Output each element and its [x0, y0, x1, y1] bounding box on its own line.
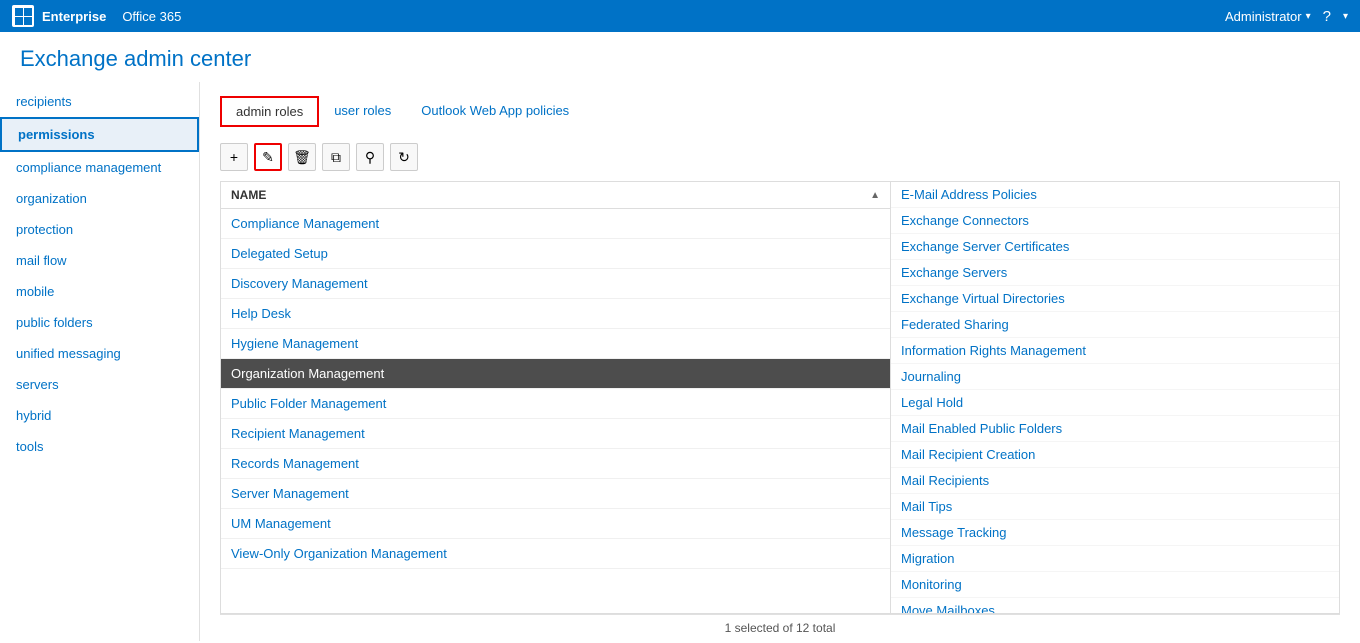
- table-rows: Compliance Management Delegated Setup Disc…: [221, 209, 890, 613]
- table-header: NAME ▲: [221, 182, 890, 209]
- admin-menu[interactable]: Administrator ▾: [1225, 9, 1311, 24]
- main-layout: recipientspermissionscompliance manageme…: [0, 82, 1360, 641]
- edit-button[interactable]: ✎: [254, 143, 282, 171]
- sidebar-item-unified-messaging[interactable]: unified messaging: [0, 338, 199, 369]
- table-row[interactable]: Records Management: [221, 449, 890, 479]
- table-row[interactable]: Organization Management: [221, 359, 890, 389]
- row-label: Compliance Management: [231, 216, 379, 231]
- sidebar-item-protection[interactable]: protection: [0, 214, 199, 245]
- tab-bar: admin rolesuser rolesOutlook Web App pol…: [220, 82, 1340, 127]
- sort-icon[interactable]: ▲: [870, 190, 880, 201]
- right-list-item[interactable]: Message Tracking: [891, 520, 1339, 546]
- sidebar-item-mail-flow[interactable]: mail flow: [0, 245, 199, 276]
- app-logo: [12, 5, 34, 27]
- table-row[interactable]: Recipient Management: [221, 419, 890, 449]
- topbar-chevron-icon: ▾: [1343, 11, 1348, 22]
- sidebar-item-organization[interactable]: organization: [0, 183, 199, 214]
- table-container: NAME ▲ Compliance Management Delegated Se…: [220, 181, 1340, 614]
- tab-user-roles[interactable]: user roles: [319, 96, 406, 127]
- row-label: Records Management: [231, 456, 359, 471]
- right-list-item[interactable]: Exchange Connectors: [891, 208, 1339, 234]
- toolbar: + ✎ 🗑 ⧉ ⚲ ↻: [220, 143, 1340, 171]
- refresh-button[interactable]: ↻: [390, 143, 418, 171]
- right-list-item[interactable]: Information Rights Management: [891, 338, 1339, 364]
- row-label: Public Folder Management: [231, 396, 386, 411]
- admin-chevron-icon: ▾: [1306, 11, 1311, 22]
- right-list-item[interactable]: Journaling: [891, 364, 1339, 390]
- row-label: Server Management: [231, 486, 349, 501]
- right-list-item[interactable]: Legal Hold: [891, 390, 1339, 416]
- topbar-right: Administrator ▾ ? ▾: [1225, 8, 1348, 25]
- table-row[interactable]: Server Management: [221, 479, 890, 509]
- sidebar-item-servers[interactable]: servers: [0, 369, 199, 400]
- table-row[interactable]: Help Desk: [221, 299, 890, 329]
- row-label: Discovery Management: [231, 276, 368, 291]
- right-panel: E-Mail Address PoliciesExchange Connecto…: [891, 182, 1339, 613]
- table-row[interactable]: UM Management: [221, 509, 890, 539]
- table-row[interactable]: Compliance Management: [221, 209, 890, 239]
- right-list-item[interactable]: Mail Enabled Public Folders: [891, 416, 1339, 442]
- right-list-item[interactable]: Exchange Servers: [891, 260, 1339, 286]
- right-list-item[interactable]: Exchange Server Certificates: [891, 234, 1339, 260]
- tab-owa-policies[interactable]: Outlook Web App policies: [406, 96, 584, 127]
- row-label: Delegated Setup: [231, 246, 328, 261]
- right-list-item[interactable]: Move Mailboxes: [891, 598, 1339, 613]
- right-list-item[interactable]: Mail Recipient Creation: [891, 442, 1339, 468]
- row-label: Recipient Management: [231, 426, 365, 441]
- admin-label: Administrator: [1225, 9, 1302, 24]
- copy-button[interactable]: ⧉: [322, 143, 350, 171]
- row-label: Help Desk: [231, 306, 291, 321]
- main-content: admin rolesuser rolesOutlook Web App pol…: [200, 82, 1360, 641]
- topbar-enterprise: Enterprise: [42, 9, 106, 24]
- sidebar-item-public-folders[interactable]: public folders: [0, 307, 199, 338]
- page-title: Exchange admin center: [0, 32, 1360, 82]
- tab-admin-roles[interactable]: admin roles: [220, 96, 319, 127]
- row-label: Hygiene Management: [231, 336, 358, 351]
- search-button[interactable]: ⚲: [356, 143, 384, 171]
- right-list-item[interactable]: Exchange Virtual Directories: [891, 286, 1339, 312]
- table-left-panel: NAME ▲ Compliance Management Delegated Se…: [221, 182, 891, 613]
- sidebar-item-mobile[interactable]: mobile: [0, 276, 199, 307]
- right-list-item[interactable]: Monitoring: [891, 572, 1339, 598]
- sidebar-item-recipients[interactable]: recipients: [0, 86, 199, 117]
- help-button[interactable]: ?: [1323, 8, 1331, 25]
- table-row[interactable]: View-Only Organization Management: [221, 539, 890, 569]
- sidebar: recipientspermissionscompliance manageme…: [0, 82, 200, 641]
- row-label: View-Only Organization Management: [231, 546, 447, 561]
- status-text: 1 selected of 12 total: [725, 621, 836, 635]
- column-name: NAME: [231, 188, 266, 202]
- sidebar-item-permissions[interactable]: permissions: [0, 117, 199, 152]
- right-list-item[interactable]: E-Mail Address Policies: [891, 182, 1339, 208]
- topbar-office365: Office 365: [122, 9, 181, 24]
- sidebar-item-tools[interactable]: tools: [0, 431, 199, 462]
- delete-button[interactable]: 🗑: [288, 143, 316, 171]
- add-button[interactable]: +: [220, 143, 248, 171]
- right-list-item[interactable]: Mail Tips: [891, 494, 1339, 520]
- sidebar-item-hybrid[interactable]: hybrid: [0, 400, 199, 431]
- sidebar-item-compliance-management[interactable]: compliance management: [0, 152, 199, 183]
- table-row[interactable]: Hygiene Management: [221, 329, 890, 359]
- table-row[interactable]: Delegated Setup: [221, 239, 890, 269]
- row-label: Organization Management: [231, 366, 384, 381]
- row-label: UM Management: [231, 516, 331, 531]
- table-row[interactable]: Discovery Management: [221, 269, 890, 299]
- topbar: Enterprise Office 365 Administrator ▾ ? …: [0, 0, 1360, 32]
- right-list-item[interactable]: Mail Recipients: [891, 468, 1339, 494]
- table-row[interactable]: Public Folder Management: [221, 389, 890, 419]
- right-list-item[interactable]: Federated Sharing: [891, 312, 1339, 338]
- right-list-item[interactable]: Migration: [891, 546, 1339, 572]
- status-bar: 1 selected of 12 total: [220, 614, 1340, 641]
